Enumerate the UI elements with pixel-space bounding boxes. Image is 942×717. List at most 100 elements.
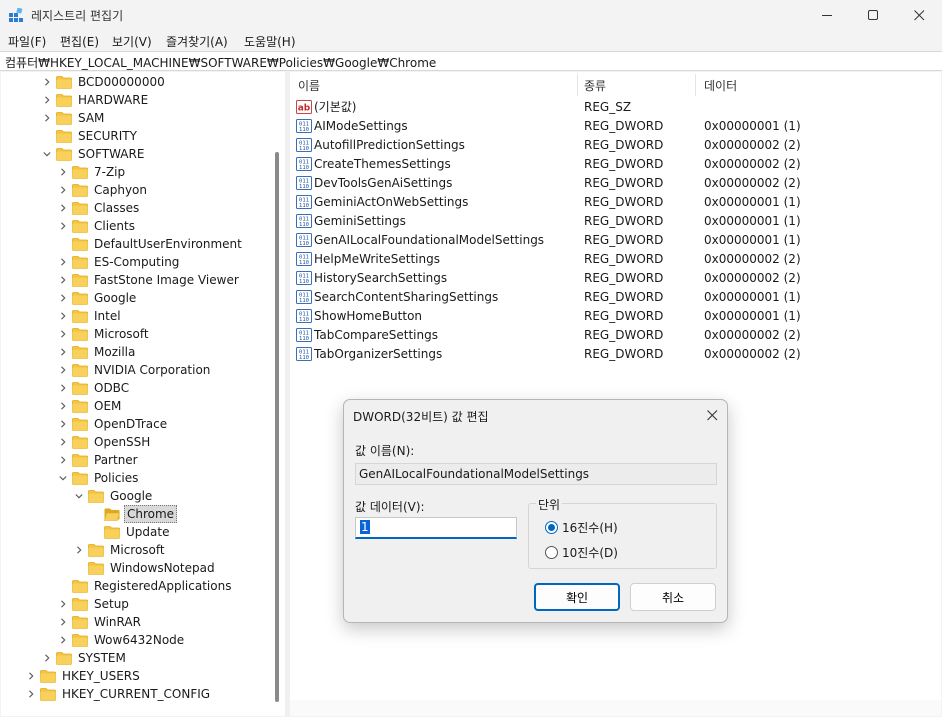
chevron-right-icon[interactable] (57, 307, 69, 325)
value-row[interactable]: 011 110 AIModeSettings REG_DWORD 0x00000001 … (290, 116, 941, 135)
chevron-right-icon[interactable] (57, 451, 69, 469)
chevron-right-icon[interactable] (57, 361, 69, 379)
list-horizontal-scrollbar[interactable] (290, 700, 941, 716)
chevron-right-icon[interactable] (57, 343, 69, 361)
tree-item[interactable]: OpenDTrace (57, 415, 169, 433)
tree-item[interactable]: Google (57, 289, 138, 307)
tree-item[interactable]: DefaultUserEnvironment (57, 235, 244, 253)
tree-item[interactable]: ODBC (57, 379, 131, 397)
menu-help[interactable]: 도움말(H) (244, 33, 296, 50)
chevron-right-icon[interactable] (41, 109, 53, 127)
chevron-down-icon[interactable] (41, 145, 53, 163)
chevron-right-icon[interactable] (57, 631, 69, 649)
chevron-right-icon[interactable] (57, 253, 69, 271)
chevron-right-icon[interactable] (57, 217, 69, 235)
column-separator[interactable] (695, 74, 696, 96)
value-row[interactable]: 011 110 GenAILocalFoundationalModelSetting… (290, 230, 941, 249)
column-header-data[interactable]: 데이터 (704, 77, 737, 94)
chevron-right-icon[interactable] (57, 325, 69, 343)
dialog-close-button[interactable] (703, 406, 721, 424)
tree-item[interactable]: HKEY_CURRENT_CONFIG (25, 685, 212, 703)
tree-item[interactable]: Policies (57, 469, 140, 487)
maximize-button[interactable] (850, 0, 896, 31)
tree-item[interactable]: BCD00000000 (41, 73, 167, 91)
tree-item[interactable]: Chrome (89, 505, 178, 523)
chevron-right-icon[interactable] (57, 163, 69, 181)
menu-edit[interactable]: 편집(E) (60, 33, 99, 50)
value-row[interactable]: 011 110 DevToolsGenAiSettings REG_DWORD 0x00… (290, 173, 941, 192)
tree-item[interactable]: Mozilla (57, 343, 137, 361)
tree-item[interactable]: Partner (57, 451, 140, 469)
column-header-type[interactable]: 종류 (584, 77, 606, 94)
tree-item[interactable]: ES-Computing (57, 253, 181, 271)
minimize-button[interactable] (804, 0, 850, 31)
column-header-name[interactable]: 이름 (298, 77, 320, 94)
chevron-right-icon[interactable] (57, 595, 69, 613)
column-separator[interactable] (577, 74, 578, 96)
key-tree-pane[interactable]: BCD00000000 HARDWARE SAM SECURITY SOFTWARE 7-… (1, 72, 285, 716)
tree-item[interactable]: Update (89, 523, 171, 541)
tree-item[interactable]: WindowsNotepad (73, 559, 217, 577)
value-row[interactable]: 011 110 HistorySearchSettings REG_DWORD 0x00… (290, 268, 941, 287)
chevron-right-icon[interactable] (73, 541, 85, 559)
value-row[interactable]: 011 110 GeminiSettings REG_DWORD 0x00000001 … (290, 211, 941, 230)
tree-item[interactable]: RegisteredApplications (57, 577, 233, 595)
chevron-down-icon[interactable] (73, 487, 85, 505)
close-button[interactable] (896, 0, 942, 31)
cancel-button[interactable]: 취소 (630, 583, 716, 611)
tree-item[interactable]: Setup (57, 595, 131, 613)
tree-item[interactable]: Google (73, 487, 154, 505)
tree-item[interactable]: Microsoft (57, 325, 151, 343)
chevron-right-icon[interactable] (57, 415, 69, 433)
value-row[interactable]: 011 110 ShowHomeButton REG_DWORD 0x00000001 … (290, 306, 941, 325)
menu-view[interactable]: 보기(V) (112, 33, 152, 50)
tree-item[interactable]: 7-Zip (57, 163, 127, 181)
value-row[interactable]: ab (기본값) REG_SZ (290, 97, 941, 116)
tree-scrollbar[interactable] (271, 72, 285, 716)
address-bar[interactable]: 컴퓨터₩HKEY_LOCAL_MACHINE₩SOFTWARE₩Policies… (0, 51, 942, 71)
value-row[interactable]: 011 110 GeminiActOnWebSettings REG_DWORD 0x0… (290, 192, 941, 211)
tree-scrollbar-thumb[interactable] (275, 152, 279, 702)
chevron-right-icon[interactable] (57, 379, 69, 397)
tree-item[interactable]: FastStone Image Viewer (57, 271, 241, 289)
tree-item[interactable]: SOFTWARE (41, 145, 146, 163)
value-row[interactable]: 011 110 TabOrganizerSettings REG_DWORD 0x000… (290, 344, 941, 363)
menu-file[interactable]: 파일(F) (8, 33, 46, 50)
ok-button[interactable]: 확인 (534, 583, 620, 611)
chevron-right-icon[interactable] (57, 199, 69, 217)
chevron-right-icon[interactable] (57, 397, 69, 415)
tree-item[interactable]: Classes (57, 199, 141, 217)
tree-item[interactable]: WinRAR (57, 613, 143, 631)
value-row[interactable]: 011 110 SearchContentSharingSettings REG_DW… (290, 287, 941, 306)
tree-item[interactable]: Wow6432Node (57, 631, 186, 649)
address-path[interactable]: 컴퓨터₩HKEY_LOCAL_MACHINE₩SOFTWARE₩Policies… (5, 54, 436, 71)
value-row[interactable]: 011 110 AutofillPredictionSettings REG_DWOR… (290, 135, 941, 154)
chevron-right-icon[interactable] (25, 685, 37, 703)
tree-item[interactable]: Microsoft (73, 541, 167, 559)
tree-item[interactable]: OpenSSH (57, 433, 152, 451)
value-data-input[interactable]: 1 (355, 517, 517, 539)
tree-item[interactable]: SECURITY (41, 127, 139, 145)
chevron-down-icon[interactable] (57, 469, 69, 487)
chevron-right-icon[interactable] (41, 649, 53, 667)
tree-item[interactable]: Caphyon (57, 181, 149, 199)
tree-item[interactable]: HARDWARE (41, 91, 150, 109)
chevron-right-icon[interactable] (57, 433, 69, 451)
value-row[interactable]: 011 110 CreateThemesSettings REG_DWORD 0x000… (290, 154, 941, 173)
tree-item[interactable]: HKEY_USERS (25, 667, 142, 685)
chevron-right-icon[interactable] (41, 73, 53, 91)
tree-item[interactable]: SYSTEM (41, 649, 128, 667)
tree-item[interactable]: Clients (57, 217, 137, 235)
tree-item[interactable]: SAM (41, 109, 106, 127)
tree-item[interactable]: NVIDIA Corporation (57, 361, 212, 379)
tree-item[interactable]: Intel (57, 307, 123, 325)
tree-item[interactable]: OEM (57, 397, 123, 415)
menu-favorites[interactable]: 즐겨찾기(A) (166, 33, 228, 50)
chevron-right-icon[interactable] (57, 181, 69, 199)
decimal-radio[interactable]: 10진수(D) (545, 544, 618, 561)
value-row[interactable]: 011 110 TabCompareSettings REG_DWORD 0x00000… (290, 325, 941, 344)
chevron-right-icon[interactable] (41, 91, 53, 109)
value-row[interactable]: 011 110 HelpMeWriteSettings REG_DWORD 0x0000… (290, 249, 941, 268)
chevron-right-icon[interactable] (57, 613, 69, 631)
chevron-right-icon[interactable] (25, 667, 37, 685)
